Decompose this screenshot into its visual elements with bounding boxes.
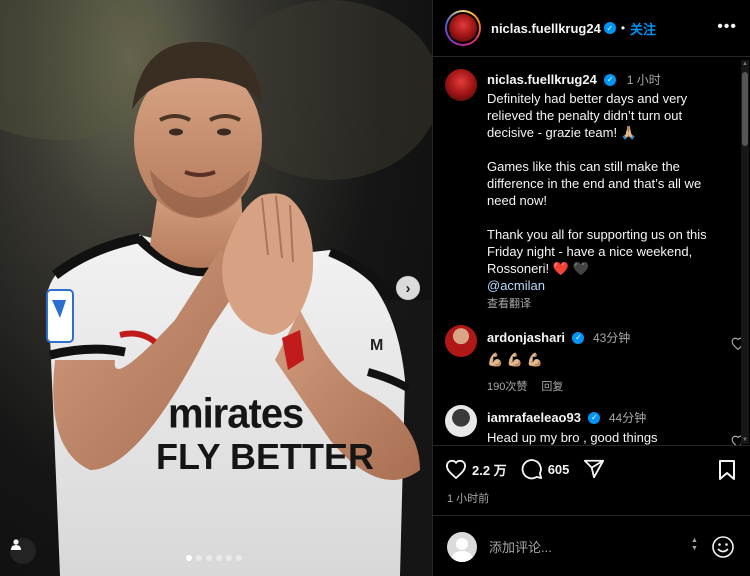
commenter-avatar[interactable] [445, 405, 477, 437]
carousel-dot [226, 555, 232, 561]
share-icon[interactable] [583, 458, 605, 480]
comment-item: ardonjashari ✓ 43分钟 💪🏼 💪🏼 💪🏼 190次赞 回复 [445, 325, 741, 394]
commenter-username[interactable]: ardonjashari [487, 330, 565, 345]
post-media[interactable]: M mirates FLY BETTER › [0, 0, 432, 576]
mention-link[interactable]: @acmilan [487, 277, 727, 294]
header-separator: • [620, 21, 626, 35]
comment-time: 43分钟 [592, 331, 631, 345]
verified-icon: ✓ [604, 73, 617, 86]
like-icon[interactable] [445, 459, 467, 479]
follow-button[interactable]: 关注 [630, 19, 656, 38]
scroll-down-icon[interactable]: ▼ [741, 436, 749, 444]
more-options-icon[interactable]: ••• [717, 18, 737, 36]
reply-button[interactable]: 回复 [541, 378, 563, 394]
post-header: niclas.fuellkrug24 ✓ • 关注 ••• [433, 0, 750, 57]
carousel-indicator [186, 555, 242, 561]
like-comment-icon[interactable] [731, 435, 741, 445]
comment-likes[interactable]: 190次赞 [487, 378, 527, 394]
carousel-dot [236, 555, 242, 561]
caption-avatar[interactable] [445, 69, 477, 101]
scrollbar-thumb[interactable] [742, 72, 748, 146]
svg-text:M: M [370, 337, 383, 354]
user-icon [11, 539, 21, 550]
next-slide-button[interactable]: › [396, 276, 420, 300]
carousel-dot [206, 555, 212, 561]
verified-icon: ✓ [588, 411, 601, 424]
verified-icon: ✓ [603, 22, 616, 34]
carousel-dot [196, 555, 202, 561]
post-actions: 2.2 万 605 1 小时前 [433, 445, 750, 515]
emoji-icon[interactable] [711, 535, 735, 559]
post-timestamp: 1 小时前 [447, 493, 490, 505]
commenter-username[interactable]: iamrafaeleao93 [487, 410, 581, 425]
current-user-avatar [447, 532, 477, 562]
jersey-sponsor-line2: FLY BETTER [156, 436, 375, 477]
author-avatar[interactable] [445, 10, 481, 46]
carousel-dot [216, 555, 222, 561]
verified-icon: ✓ [572, 331, 585, 344]
commenter-avatar[interactable] [445, 325, 477, 357]
likes-count[interactable]: 2.2 万 [472, 460, 507, 479]
carousel-dot [186, 555, 192, 561]
comments-scrollbar[interactable]: ▲ ▼ [741, 60, 749, 444]
caption-username[interactable]: niclas.fuellkrug24 [487, 72, 597, 87]
author-username[interactable]: niclas.fuellkrug24 [491, 21, 601, 36]
comment-text: 💪🏼 💪🏼 💪🏼 [487, 352, 543, 367]
comment-text: Head up my bro , good things [487, 430, 658, 445]
like-comment-icon[interactable] [731, 337, 741, 350]
post-caption: niclas.fuellkrug24 ✓ 1 小时 Definitely had… [445, 69, 735, 311]
input-spinner[interactable]: ▲ ▼ [691, 537, 698, 553]
comment-input[interactable] [489, 538, 669, 556]
comments-count[interactable]: 605 [548, 462, 570, 477]
add-comment-bar: ▲▼ [433, 515, 750, 576]
bookmark-icon[interactable] [717, 459, 737, 481]
comments-scroll-area[interactable]: niclas.fuellkrug24 ✓ 1 小时 Definitely had… [433, 57, 741, 445]
player-photo: M [0, 0, 432, 576]
comment-icon[interactable] [521, 458, 543, 480]
tags-button[interactable] [10, 538, 36, 564]
jersey-sponsor-line1: mirates [168, 390, 304, 438]
chevron-right-icon: › [405, 279, 411, 297]
comment-item: iamrafaeleao93 ✓ 44分钟 Head up my bro , g… [445, 405, 741, 445]
see-translation-link[interactable]: 查看翻译 [487, 295, 727, 311]
scroll-up-icon[interactable]: ▲ [741, 60, 749, 68]
comment-time: 44分钟 [608, 411, 647, 425]
post-side-panel: niclas.fuellkrug24 ✓ • 关注 ••• niclas.fue… [432, 0, 750, 576]
post-dialog: M mirates FLY BETTER › niclas.fuellkrug2… [0, 0, 750, 576]
caption-time: 1 小时 [626, 73, 661, 87]
caption-text: Definitely had better days and very reli… [487, 91, 707, 276]
